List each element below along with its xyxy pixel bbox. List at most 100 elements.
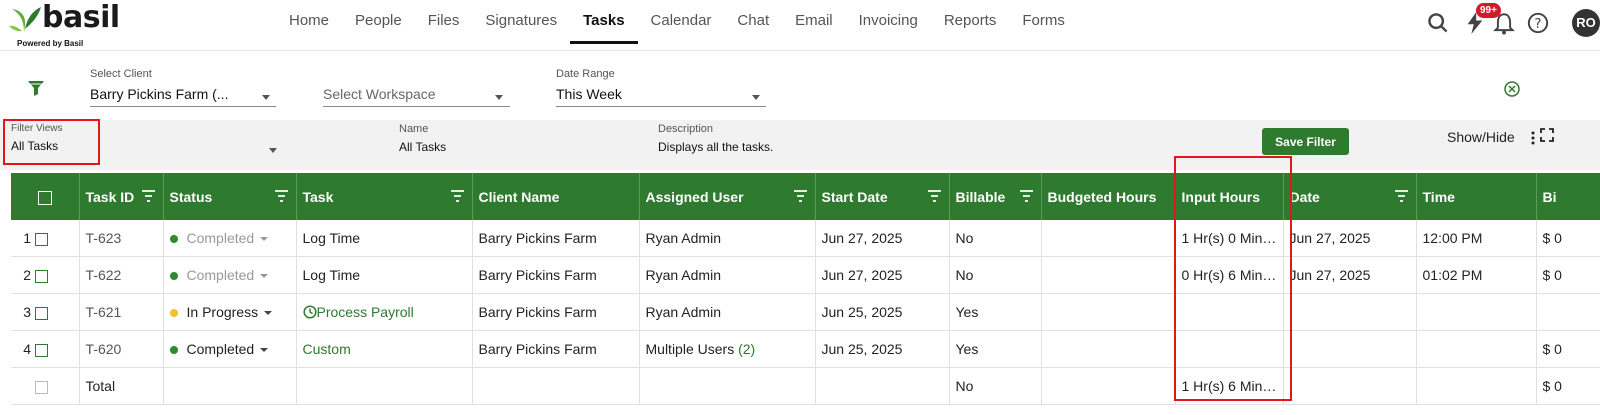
client-name-cell: Barry Pickins Farm: [472, 256, 640, 294]
billable-cell: No: [949, 256, 1042, 294]
task-cell[interactable]: Log Time: [296, 220, 473, 257]
chevron-down-icon[interactable]: [264, 311, 273, 316]
row-checkbox[interactable]: [35, 232, 48, 246]
budgeted-hours-cell: [1041, 330, 1176, 368]
basil-logo[interactable]: basil Powered by Basil: [8, 0, 138, 50]
time-cell: 12:00 PM: [1416, 220, 1537, 257]
table-row[interactable]: 3 T-621 In Progress Process Payroll Barr…: [11, 293, 1600, 331]
col-task[interactable]: Task: [296, 173, 473, 220]
column-filter-icon[interactable]: [450, 190, 464, 202]
show-hide-toggle[interactable]: Show/Hide: [1447, 129, 1515, 145]
assigned-user-cell: Ryan Admin: [639, 220, 816, 257]
billable-cell: Yes: [949, 330, 1042, 368]
chevron-down-icon[interactable]: [260, 274, 269, 279]
chevron-down-icon[interactable]: [260, 237, 269, 242]
more-vertical-icon[interactable]: [1530, 131, 1536, 145]
filter-views-row: Filter Views All Tasks Name All Tasks De…: [0, 120, 1600, 170]
select-client-label: Select Client: [90, 68, 152, 80]
date-range-dropdown[interactable]: Date Range This Week: [556, 68, 766, 108]
column-filter-icon[interactable]: [274, 190, 288, 202]
row-checkbox[interactable]: [35, 269, 48, 283]
nav-people[interactable]: People: [342, 0, 415, 44]
task-id-cell[interactable]: T-620: [79, 330, 164, 368]
nav-invoicing[interactable]: Invoicing: [846, 0, 931, 44]
status-dot: [169, 309, 178, 318]
col-date[interactable]: Date: [1283, 173, 1417, 220]
search-icon[interactable]: [1427, 12, 1449, 34]
task-link[interactable]: Custom: [296, 330, 473, 368]
column-filter-icon[interactable]: [793, 190, 807, 202]
col-billable[interactable]: Billable: [949, 173, 1042, 220]
nav-reports[interactable]: Reports: [931, 0, 1010, 44]
table-row[interactable]: 1 T-623 Completed Log Time Barry Pickins…: [11, 220, 1600, 257]
select-workspace-dropdown[interactable]: Select Workspace: [323, 86, 510, 108]
col-start-date[interactable]: Start Date: [815, 173, 950, 220]
table-row[interactable]: 2 T-622 Completed Log Time Barry Pickins…: [11, 256, 1600, 294]
budgeted-hours-cell: [1041, 220, 1176, 257]
select-client-dropdown[interactable]: Select Client Barry Pickins Farm (...: [90, 68, 276, 108]
chevron-down-icon: [269, 148, 277, 153]
assigned-user-cell: Ryan Admin: [639, 256, 816, 294]
col-budgeted-hours[interactable]: Budgeted Hours: [1041, 173, 1176, 220]
chevron-down-icon[interactable]: [260, 348, 269, 353]
nav-forms[interactable]: Forms: [1009, 0, 1078, 44]
select-all-cell: [11, 173, 80, 220]
close-filters-icon[interactable]: [1504, 81, 1520, 97]
start-date-cell: Jun 25, 2025: [815, 330, 950, 368]
nav-email[interactable]: Email: [782, 0, 846, 44]
col-status[interactable]: Status: [163, 173, 297, 220]
help-icon[interactable]: ?: [1527, 12, 1549, 34]
notifications-badge: 99+: [1476, 3, 1501, 18]
nav-home[interactable]: Home: [276, 0, 342, 44]
tasks-grid: Task ID Status Task Client Name Assigned…: [11, 173, 1600, 415]
row-number: 4: [23, 341, 31, 357]
table-row[interactable]: 4 T-620 Completed Custom Barry Pickins F…: [11, 330, 1600, 368]
col-client-name[interactable]: Client Name: [472, 173, 640, 220]
save-filter-button[interactable]: Save Filter: [1262, 128, 1349, 155]
col-task-id[interactable]: Task ID: [79, 173, 164, 220]
view-name-label: Name: [399, 123, 429, 135]
nav-tasks[interactable]: Tasks: [570, 0, 638, 44]
task-id-cell[interactable]: T-623: [79, 220, 164, 257]
status-cell[interactable]: Completed: [163, 256, 297, 294]
total-bi: $ 0: [1536, 367, 1600, 405]
billable-cell: No: [949, 220, 1042, 257]
row-checkbox[interactable]: [35, 306, 48, 320]
task-cell[interactable]: Process Payroll: [296, 293, 473, 331]
task-id-cell[interactable]: T-622: [79, 256, 164, 294]
view-description-field: Description Displays all the tasks.: [658, 123, 773, 154]
task-link[interactable]: Process Payroll: [317, 304, 414, 320]
nav-calendar[interactable]: Calendar: [638, 0, 725, 44]
task-id-cell[interactable]: T-621: [79, 293, 164, 331]
highlight-filter-views: [3, 119, 100, 165]
status-cell[interactable]: Completed: [163, 220, 297, 257]
select-all-checkbox[interactable]: [37, 190, 52, 205]
leaf-logo-icon: [9, 7, 41, 33]
nav-signatures[interactable]: Signatures: [472, 0, 570, 44]
fullscreen-icon[interactable]: [1540, 128, 1554, 142]
filter-funnel-icon[interactable]: [26, 78, 46, 98]
task-cell[interactable]: Log Time: [296, 256, 473, 294]
col-time[interactable]: Time: [1416, 173, 1537, 220]
nav-files[interactable]: Files: [415, 0, 473, 44]
col-bi[interactable]: Bi: [1536, 173, 1600, 220]
status-cell[interactable]: Completed: [163, 330, 297, 368]
user-avatar[interactable]: RO: [1572, 9, 1600, 37]
user-count-link[interactable]: (2): [738, 341, 755, 357]
row-number: 2: [23, 267, 31, 283]
col-assigned-user[interactable]: Assigned User: [639, 173, 816, 220]
svg-text:?: ?: [1534, 17, 1541, 32]
column-filter-icon[interactable]: [141, 190, 155, 202]
status-cell[interactable]: In Progress: [163, 293, 297, 331]
column-filter-icon[interactable]: [1394, 190, 1408, 202]
row-checkbox[interactable]: [35, 343, 48, 357]
nav-chat[interactable]: Chat: [724, 0, 782, 44]
status-dot: [169, 235, 178, 244]
budgeted-hours-cell: [1041, 256, 1176, 294]
column-filter-icon[interactable]: [1019, 190, 1033, 202]
top-navbar: basil Powered by Basil Home People Files…: [0, 0, 1600, 51]
total-billable: No: [949, 367, 1042, 405]
column-filter-icon[interactable]: [927, 190, 941, 202]
date-cell: Jun 27, 2025: [1283, 256, 1417, 294]
total-checkbox: [35, 380, 48, 394]
